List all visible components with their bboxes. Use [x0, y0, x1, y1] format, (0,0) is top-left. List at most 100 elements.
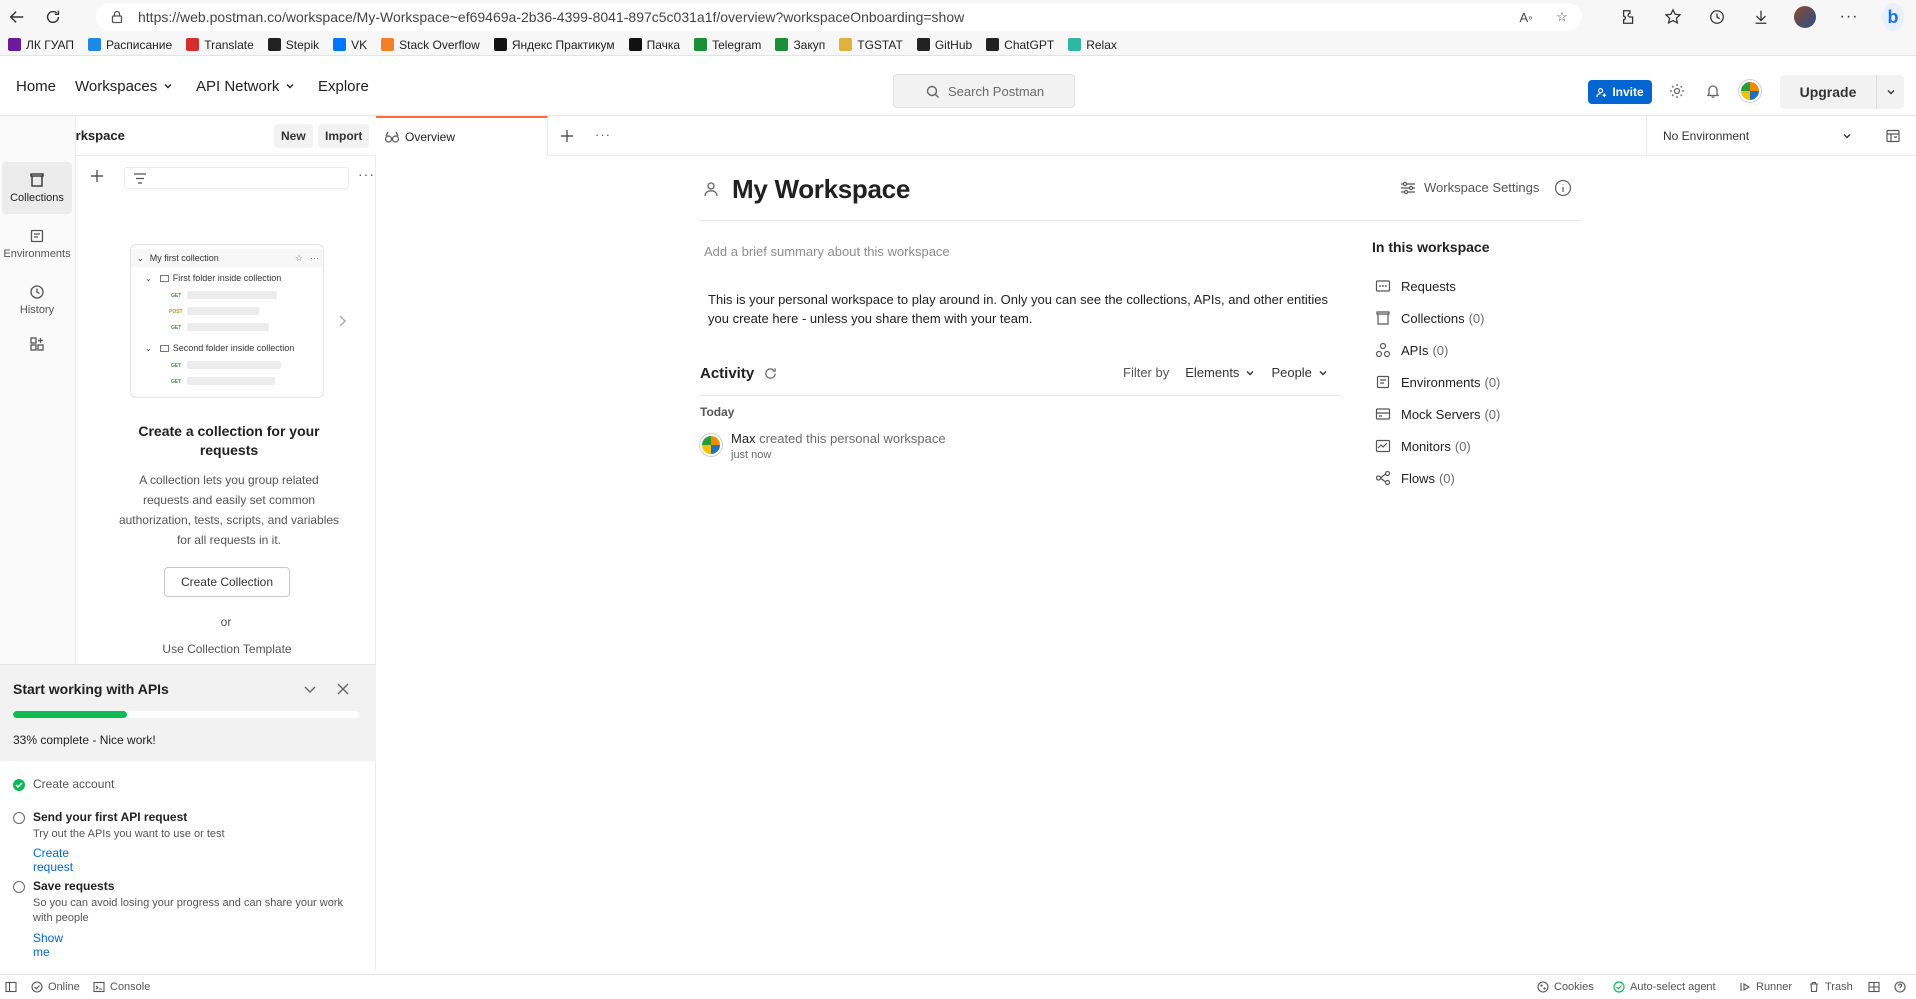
- settings-gear-icon[interactable]: [1666, 80, 1688, 102]
- create-collection-button[interactable]: Create Collection: [164, 567, 290, 597]
- rail-collections[interactable]: Collections: [2, 162, 72, 214]
- nav-explore[interactable]: Explore: [318, 56, 369, 116]
- resource-requests[interactable]: Requests: [1375, 278, 1456, 294]
- bookmark-item[interactable]: ChatGPT: [986, 38, 1054, 52]
- bookmark-item[interactable]: Stack Overflow: [381, 38, 480, 52]
- illustration-collection-name: My first collection: [149, 253, 219, 263]
- bookmark-item[interactable]: GitHub: [916, 38, 972, 52]
- rail-configure[interactable]: [2, 324, 72, 364]
- resource-apis[interactable]: APIs (0): [1375, 342, 1448, 358]
- bookmark-item[interactable]: Расписание: [88, 38, 172, 52]
- environment-selector[interactable]: No Environment: [1646, 116, 1866, 156]
- browser-toolbar: https://web.postman.co/workspace/My-Work…: [0, 0, 1916, 34]
- upgrade-button[interactable]: Upgrade: [1780, 75, 1876, 109]
- bookmark-favicon-icon: [8, 38, 21, 51]
- rail-history[interactable]: History: [2, 274, 72, 326]
- bookmark-item[interactable]: Telegram: [694, 38, 761, 52]
- more-menu-icon[interactable]: ···: [1838, 6, 1860, 28]
- cookies-button[interactable]: Cookies: [1537, 975, 1594, 999]
- back-button[interactable]: [0, 0, 34, 34]
- new-button[interactable]: New: [274, 124, 313, 148]
- collapse-chevron-icon[interactable]: [300, 679, 320, 699]
- activity-date-group: Today: [700, 405, 735, 419]
- bookmark-item[interactable]: Translate: [186, 38, 254, 52]
- collections-filter-input[interactable]: [124, 167, 349, 189]
- console-button[interactable]: Console: [93, 975, 150, 999]
- mock-server-icon: [1375, 408, 1391, 420]
- sliders-icon: [1401, 181, 1415, 194]
- workspace-summary-input[interactable]: Add a brief summary about this workspace: [704, 244, 950, 259]
- help-icon[interactable]: [1894, 975, 1906, 999]
- bookmarks-bar: ЛК ГУАП Расписание Translate Stepik VK Stack …: [0, 34, 1916, 56]
- chevron-down-icon: [1843, 134, 1851, 139]
- resource-mock-servers[interactable]: Mock Servers (0): [1375, 406, 1500, 422]
- search-bar[interactable]: Search Postman: [893, 74, 1075, 108]
- auto-select-agent-button[interactable]: Auto-select agent: [1613, 975, 1716, 999]
- bookmark-label: ЛК ГУАП: [26, 37, 75, 52]
- read-aloud-icon[interactable]: A»: [1516, 7, 1536, 27]
- people-filter-dropdown[interactable]: People: [1271, 365, 1327, 380]
- online-status[interactable]: Online: [31, 975, 80, 999]
- user-avatar[interactable]: [1739, 80, 1761, 102]
- new-tab-plus-icon[interactable]: [560, 129, 574, 143]
- address-bar[interactable]: https://web.postman.co/workspace/My-Work…: [96, 3, 1582, 31]
- trash-button[interactable]: Trash: [1808, 975, 1853, 999]
- tab-more-icon[interactable]: ···: [595, 127, 611, 142]
- add-collection-plus-icon[interactable]: [90, 169, 104, 183]
- upgrade-dropdown-button[interactable]: [1876, 75, 1904, 109]
- bookmark-item[interactable]: TGSTAT: [839, 38, 903, 52]
- rail-environments[interactable]: Environments: [2, 218, 72, 270]
- environment-quick-look-icon[interactable]: [1885, 128, 1901, 144]
- task-title: Create account: [33, 777, 115, 791]
- reload-button[interactable]: [36, 0, 70, 34]
- elements-filter-dropdown[interactable]: Elements: [1185, 365, 1255, 380]
- console-icon: [93, 981, 105, 993]
- info-icon[interactable]: [1554, 179, 1572, 197]
- resource-monitors[interactable]: Monitors (0): [1375, 438, 1471, 454]
- runner-label: Runner: [1756, 981, 1793, 993]
- bookmark-item[interactable]: Яндекс Практикум: [493, 38, 615, 52]
- bookmark-item[interactable]: Stepik: [267, 38, 319, 52]
- workspace-settings-button[interactable]: Workspace Settings: [1400, 180, 1539, 195]
- trash-label: Trash: [1825, 981, 1853, 993]
- downloads-icon[interactable]: [1750, 6, 1772, 28]
- close-icon[interactable]: [333, 679, 353, 699]
- favorite-star-icon[interactable]: ☆: [1552, 7, 1572, 27]
- invite-button[interactable]: Invite: [1588, 80, 1652, 104]
- more-options-icon[interactable]: ···: [358, 166, 375, 182]
- resource-flows[interactable]: Flows (0): [1375, 470, 1455, 486]
- apps-grid-icon: [30, 337, 44, 351]
- bookmark-item[interactable]: ЛК ГУАП: [8, 38, 74, 52]
- import-button[interactable]: Import: [318, 124, 370, 148]
- resource-environments[interactable]: Environments (0): [1375, 374, 1500, 390]
- nav-api-network[interactable]: API Network: [196, 56, 295, 116]
- nav-home[interactable]: Home: [16, 56, 56, 116]
- layout-toggle-icon[interactable]: [1868, 975, 1880, 999]
- illustration-folder-2: Second folder inside collection: [172, 343, 295, 353]
- bing-chat-icon[interactable]: b: [1882, 3, 1904, 31]
- person-icon: [704, 182, 718, 197]
- refresh-icon[interactable]: [764, 367, 777, 380]
- resource-collections[interactable]: Collections (0): [1375, 310, 1484, 326]
- activity-user-name[interactable]: Max: [731, 431, 756, 446]
- task-description: So you can avoid losing your progress an…: [33, 897, 344, 924]
- use-template-link[interactable]: Use Collection Template: [136, 642, 318, 656]
- chevron-right-icon[interactable]: [337, 314, 347, 328]
- notifications-bell-icon[interactable]: [1702, 80, 1724, 102]
- profile-avatar[interactable]: [1794, 6, 1816, 28]
- history-browser-icon[interactable]: [1706, 6, 1728, 28]
- toggle-sidebar-icon[interactable]: [5, 975, 17, 999]
- bookmark-favicon-icon: [1068, 38, 1082, 51]
- bookmark-item[interactable]: Закуп: [775, 38, 825, 52]
- favorites-icon[interactable]: [1662, 6, 1684, 28]
- runner-button[interactable]: Runner: [1739, 975, 1792, 999]
- bookmark-item[interactable]: VK: [333, 38, 367, 52]
- nav-workspaces[interactable]: Workspaces: [75, 56, 173, 116]
- show-me-link[interactable]: Show me: [33, 931, 63, 959]
- extensions-icon[interactable]: [1618, 6, 1640, 28]
- tab-overview[interactable]: Overview: [376, 116, 548, 156]
- bookmark-item[interactable]: Relax: [1068, 38, 1117, 52]
- empty-circle-icon: [13, 881, 25, 893]
- bookmark-item[interactable]: Пачка: [628, 38, 680, 52]
- create-request-link[interactable]: Create request: [33, 846, 73, 874]
